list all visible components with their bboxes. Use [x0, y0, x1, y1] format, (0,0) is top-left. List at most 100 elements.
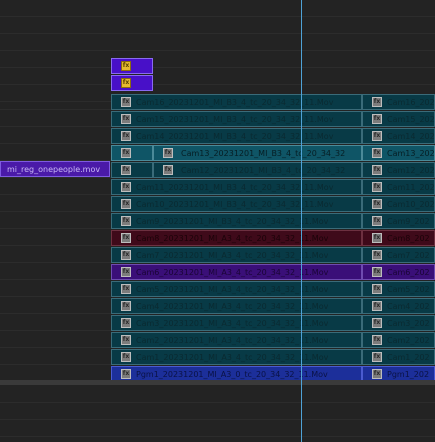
video-clip[interactable]: fx Cam4_20231201_MI_A3_4_tc_20_34_32_11.M…	[111, 298, 362, 314]
video-clip[interactable]: fx Cam10_20231201_MI_B3_4_tc_20_34_32_11.…	[111, 196, 362, 212]
video-clip[interactable]: fx Cam3_20231201_MI_A3_4_tc_20_34_32_11.M…	[111, 315, 362, 331]
video-clip[interactable]: fx Cam5_20231201_MI_A3_4_tc_20_34_32_11.M…	[111, 281, 362, 297]
fx-icon: fx	[372, 148, 382, 158]
video-clip[interactable]: fx Cam11_20231201_MI_B3_4_tc_20_34_32_11.…	[111, 179, 362, 195]
fx-icon: fx	[163, 165, 173, 175]
fx-icon: fx	[121, 335, 131, 345]
fx-icon: fx	[121, 199, 131, 209]
fx-icon: fx	[372, 369, 382, 379]
fx-icon: fx	[372, 216, 382, 226]
fx-icon: fx	[372, 318, 382, 328]
fx-icon: fx	[372, 301, 382, 311]
fx-icon: fx	[121, 233, 131, 243]
video-clip[interactable]: fx Cam8_202	[362, 230, 435, 246]
clip-label: Pgm1_20231201_MI_A3_0_tc_20_34_32_11.Mov	[136, 369, 328, 379]
playhead-line[interactable]	[301, 0, 302, 442]
left-media-clip[interactable]: mi_reg_onepeople.mov	[0, 161, 110, 177]
fx-icon: fx	[372, 131, 382, 141]
clip-label: Cam8_202	[387, 233, 430, 243]
clip-label: Cam3_202	[387, 318, 430, 328]
track-row	[0, 68, 435, 85]
clip-label: Cam15_202	[387, 114, 435, 124]
clip-label: Cam15_20231201_MI_B3_4_tc_20_34_32_11.Mo…	[136, 114, 334, 124]
video-clip[interactable]: fx Cam6_202	[362, 264, 435, 280]
video-clip[interactable]: fx Cam11_202	[362, 179, 435, 195]
video-clip[interactable]: fx Cam5_202	[362, 281, 435, 297]
video-clip[interactable]: fx Cam3_202	[362, 315, 435, 331]
fx-icon: fx	[121, 78, 131, 88]
clip-label: Cam16_20231201_MI_B3_4_tc_20_34_32_11.Mo…	[136, 97, 334, 107]
track-divider[interactable]	[0, 380, 435, 385]
video-clip[interactable]: fx Cam2_202	[362, 332, 435, 348]
fx-icon: fx	[121, 148, 131, 158]
clip-label: Cam14_20231201_MI_B3_4_tc_20_34_32_11.Mo…	[136, 131, 334, 141]
video-clip[interactable]: fx Cam13_20231201_MI_B3_4_tc_20_34_32	[153, 145, 362, 161]
clip-label: Cam6_202	[387, 267, 430, 277]
fx-icon: fx	[121, 131, 131, 141]
video-clip[interactable]: fx Cam7_20231201_MI_A3_4_tc_20_34_32_11.M…	[111, 247, 362, 263]
adjustment-clip[interactable]: fx	[111, 58, 153, 74]
clip-label: Cam5_20231201_MI_A3_4_tc_20_34_32_11.Mov	[136, 284, 329, 294]
video-clip[interactable]: fx Cam7_202	[362, 247, 435, 263]
fx-icon: fx	[121, 301, 131, 311]
fx-icon: fx	[372, 267, 382, 277]
clip-label: Cam1_202	[387, 352, 430, 362]
fx-icon: fx	[372, 165, 382, 175]
clip-label: Cam8_20231201_MI_A3_4_tc_20_34_32_11.Mov	[136, 233, 329, 243]
clip-label: mi_reg_onepeople.mov	[7, 164, 101, 174]
fx-icon: fx	[121, 250, 131, 260]
fx-icon: fx	[121, 182, 131, 192]
track-row	[0, 34, 435, 51]
video-clip[interactable]: fx Cam9_202	[362, 213, 435, 229]
fx-icon: fx	[121, 284, 131, 294]
fx-icon: fx	[121, 318, 131, 328]
fx-icon: fx	[372, 250, 382, 260]
video-clip[interactable]: fx Cam1_20231201_MI_A3_4_tc_20_34_32_11.M…	[111, 349, 362, 365]
clip-label: Cam4_202	[387, 301, 430, 311]
fx-icon: fx	[121, 216, 131, 226]
video-clip[interactable]: fx	[111, 162, 153, 178]
video-clip[interactable]: fx Cam4_202	[362, 298, 435, 314]
clip-label: Cam12_202	[387, 165, 435, 175]
clip-label: Cam10_202	[387, 199, 435, 209]
fx-icon: fx	[121, 267, 131, 277]
adjustment-clip[interactable]: fx	[111, 75, 153, 91]
video-clip[interactable]: fx Cam9_20231201_MI_B3_4_tc_20_34_32_11.M…	[111, 213, 362, 229]
video-clip[interactable]: fx Cam12_202	[362, 162, 435, 178]
video-clip[interactable]: fx Cam2_20231201_MI_A3_4_tc_20_34_32_11.M…	[111, 332, 362, 348]
video-clip[interactable]: fx Cam8_20231201_MI_A3_4_tc_20_34_32_11.M…	[111, 230, 362, 246]
clip-label: Pgm1_202	[387, 369, 430, 379]
video-clip[interactable]: fx Cam1_202	[362, 349, 435, 365]
video-clip[interactable]: fx Cam10_202	[362, 196, 435, 212]
clip-label: Cam9_202	[387, 216, 430, 226]
fx-icon: fx	[372, 114, 382, 124]
clip-label: Cam11_20231201_MI_B3_4_tc_20_34_32_11.Mo…	[136, 182, 334, 192]
video-clip[interactable]: fx Cam12_20231201_MI_B3_4_tc_20_34_32	[153, 162, 362, 178]
fx-icon: fx	[372, 284, 382, 294]
fx-icon: fx	[121, 61, 131, 71]
clip-label: Cam5_202	[387, 284, 430, 294]
clip-label: Cam11_202	[387, 182, 435, 192]
clip-label: Cam6_20231201_MI_A3_4_tc_20_34_32_11.Mov	[136, 267, 329, 277]
fx-icon: fx	[121, 114, 131, 124]
video-clip[interactable]: fx Cam16_202	[362, 94, 435, 110]
fx-icon: fx	[372, 97, 382, 107]
fx-icon: fx	[372, 199, 382, 209]
clip-label: Cam4_20231201_MI_A3_4_tc_20_34_32_11.Mov	[136, 301, 329, 311]
fx-icon: fx	[372, 335, 382, 345]
video-clip[interactable]: fx Cam6_20231201_MI_A3_4_tc_20_34_32_11.M…	[111, 264, 362, 280]
video-clip[interactable]: fx Cam14_202	[362, 128, 435, 144]
fx-icon: fx	[372, 233, 382, 243]
fx-icon: fx	[163, 148, 173, 158]
track-row	[0, 403, 435, 420]
video-clip[interactable]: fx	[111, 145, 153, 161]
clip-label: Cam7_202	[387, 250, 430, 260]
video-clip[interactable]: fx Cam13_202	[362, 145, 435, 161]
fx-icon: fx	[121, 369, 131, 379]
video-clip[interactable]: fx Cam15_20231201_MI_B3_4_tc_20_34_32_11.…	[111, 111, 362, 127]
fx-icon: fx	[121, 165, 131, 175]
video-clip[interactable]: fx Cam15_202	[362, 111, 435, 127]
video-clip[interactable]: fx Cam16_20231201_MI_B3_4_tc_20_34_32_11.…	[111, 94, 362, 110]
video-clip[interactable]: fx Cam14_20231201_MI_B3_4_tc_20_34_32_11.…	[111, 128, 362, 144]
fx-icon: fx	[372, 352, 382, 362]
